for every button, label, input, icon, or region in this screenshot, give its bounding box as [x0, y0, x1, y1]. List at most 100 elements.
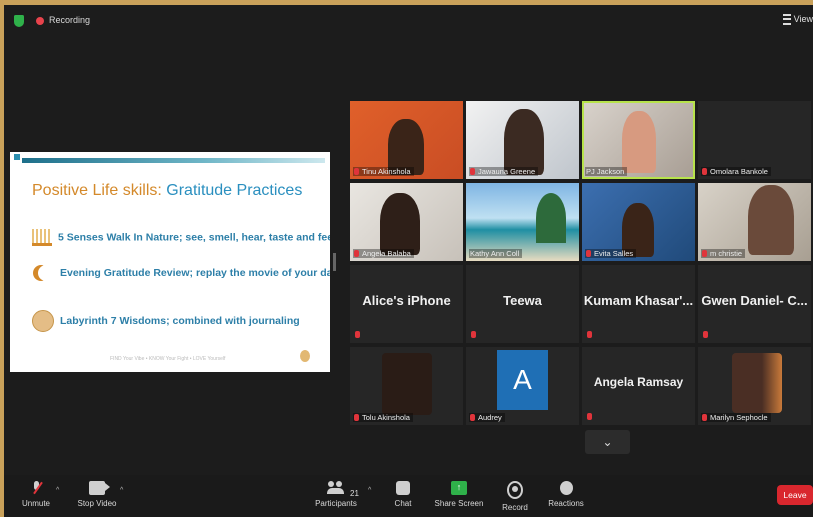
slide-title: Positive Life skills: Gratitude Practice… [32, 182, 302, 200]
participant-name: m christie [701, 249, 746, 258]
chat-bubble-icon [396, 481, 410, 495]
record-button[interactable]: Record [500, 481, 530, 512]
slide-logo [300, 350, 310, 362]
share-screen-label: Share Screen [434, 499, 484, 508]
video-tile-off[interactable]: Gwen Daniel- C... [698, 265, 811, 343]
muted-mic-icon [354, 414, 359, 421]
stop-video-button[interactable]: Stop Video [74, 481, 120, 508]
audio-options-caret-icon[interactable]: ^ [56, 487, 59, 494]
video-tile[interactable]: Tolu Akinshola [350, 347, 463, 425]
palm-tree-image [536, 193, 566, 243]
recording-icon [36, 17, 44, 25]
slide-bullet-text: 5 Senses Walk In Nature; see, smell, hea… [58, 231, 330, 244]
video-tile[interactable]: Tinu Akinshola [350, 101, 463, 179]
muted-mic-icon [355, 331, 360, 338]
participant-name: Kumam Khasar'... [583, 293, 694, 308]
meeting-toolbar: Unmute ^ Stop Video ^ Participants 21 ^ … [4, 475, 813, 517]
video-tile[interactable]: Angela Balaba [350, 183, 463, 261]
participant-avatar: A [497, 350, 548, 410]
video-tile[interactable]: m christie [698, 183, 811, 261]
reactions-button[interactable]: Reactions [546, 481, 586, 508]
video-tile[interactable]: Kathy Ann Coll [466, 183, 579, 261]
participant-video [504, 109, 544, 175]
unmute-label: Unmute [21, 499, 50, 508]
participant-name: Tinu Akinshola [353, 167, 414, 176]
slide-bullet-text: Labyrinth 7 Wisdoms; combined with journ… [60, 314, 300, 327]
record-label: Record [502, 503, 528, 512]
slide-corner-mark [14, 154, 20, 160]
video-tile-off[interactable]: Kumam Khasar'... [582, 265, 695, 343]
muted-mic-icon [587, 413, 592, 420]
participants-label: Participants [315, 499, 357, 508]
participant-photo [382, 353, 432, 415]
share-screen-button[interactable]: ↑ Share Screen [434, 481, 484, 508]
reactions-label: Reactions [548, 499, 584, 508]
slide-title-part2: Gratitude Practices [166, 182, 303, 199]
participant-name: Audrey [469, 413, 505, 422]
record-icon [507, 481, 523, 499]
leave-button[interactable]: Leave [777, 485, 813, 505]
chat-label: Chat [394, 499, 412, 508]
security-shield-icon[interactable] [14, 15, 24, 27]
mic-muted-icon [31, 481, 41, 495]
video-tile-off[interactable]: Angela Ramsay [582, 347, 695, 425]
top-bar: Recording View [4, 5, 813, 35]
participant-name: Kathy Ann Coll [469, 249, 523, 258]
split-view-handle[interactable] [333, 253, 336, 271]
recording-label: Recording [49, 15, 91, 25]
muted-mic-icon [354, 250, 359, 257]
participant-video [748, 185, 794, 255]
muted-mic-icon [471, 331, 476, 338]
view-button[interactable]: View [782, 14, 813, 26]
participants-options-caret-icon[interactable]: ^ [368, 487, 371, 494]
participant-name: Jawauna Greene [469, 167, 539, 176]
muted-mic-icon [702, 414, 707, 421]
participant-name: Gwen Daniel- C... [701, 293, 808, 308]
nature-walk-icon [32, 229, 52, 246]
participants-icon [327, 481, 345, 495]
slide-header-bar [22, 158, 325, 163]
share-screen-arrow-icon: ↑ [451, 481, 467, 495]
reactions-smiley-icon [559, 481, 573, 495]
video-tile[interactable]: Omolara Bankole [698, 101, 811, 179]
video-tile[interactable]: Evita Salles [582, 183, 695, 261]
participant-photo [732, 353, 782, 413]
unmute-button[interactable]: Unmute [18, 481, 54, 508]
zoom-meeting-window: Recording View Positive Life skills: Gra… [4, 5, 813, 517]
video-tile-active-speaker[interactable]: PJ Jackson [582, 101, 695, 179]
chat-button[interactable]: Chat [388, 481, 418, 508]
participant-video [622, 111, 656, 173]
participant-name: PJ Jackson [585, 167, 628, 176]
muted-mic-icon [702, 168, 707, 175]
muted-mic-icon [702, 250, 707, 257]
shared-screen: Positive Life skills: Gratitude Practice… [10, 152, 330, 372]
participant-name: Angela Balaba [353, 249, 414, 258]
video-camera-icon [89, 481, 110, 495]
muted-mic-icon [470, 414, 475, 421]
participant-name: Teewa [503, 293, 542, 308]
participant-name: Alice's iPhone [362, 293, 451, 308]
slide-bullet: 5 Senses Walk In Nature; see, smell, hea… [32, 229, 330, 246]
video-tile[interactable]: Marilyn Sephocle [698, 347, 811, 425]
participant-name: Evita Salles [585, 249, 637, 258]
slide-bullet-text: Evening Gratitude Review; replay the mov… [60, 266, 330, 279]
view-label: View [793, 14, 813, 24]
muted-mic-icon [587, 331, 592, 338]
muted-mic-icon [470, 168, 475, 175]
video-tile-off[interactable]: Teewa [466, 265, 579, 343]
slide-bullet: Evening Gratitude Review; replay the mov… [32, 265, 330, 281]
muted-mic-icon [586, 250, 591, 257]
muted-mic-icon [354, 168, 359, 175]
more-participants-chevron-down-icon[interactable]: ⌄ [585, 430, 630, 454]
participant-name: Angela Ramsay [593, 375, 684, 389]
moon-icon [38, 265, 54, 281]
muted-mic-icon [703, 331, 708, 338]
video-tile[interactable]: Jawauna Greene [466, 101, 579, 179]
labyrinth-icon [32, 310, 54, 332]
video-tile[interactable]: A Audrey [466, 347, 579, 425]
slide-title-part1: Positive Life skills: [32, 182, 167, 199]
stop-video-label: Stop Video [77, 499, 117, 508]
video-options-caret-icon[interactable]: ^ [120, 487, 123, 494]
video-tile-off[interactable]: Alice's iPhone [350, 265, 463, 343]
participant-name: Marilyn Sephocle [701, 413, 771, 422]
